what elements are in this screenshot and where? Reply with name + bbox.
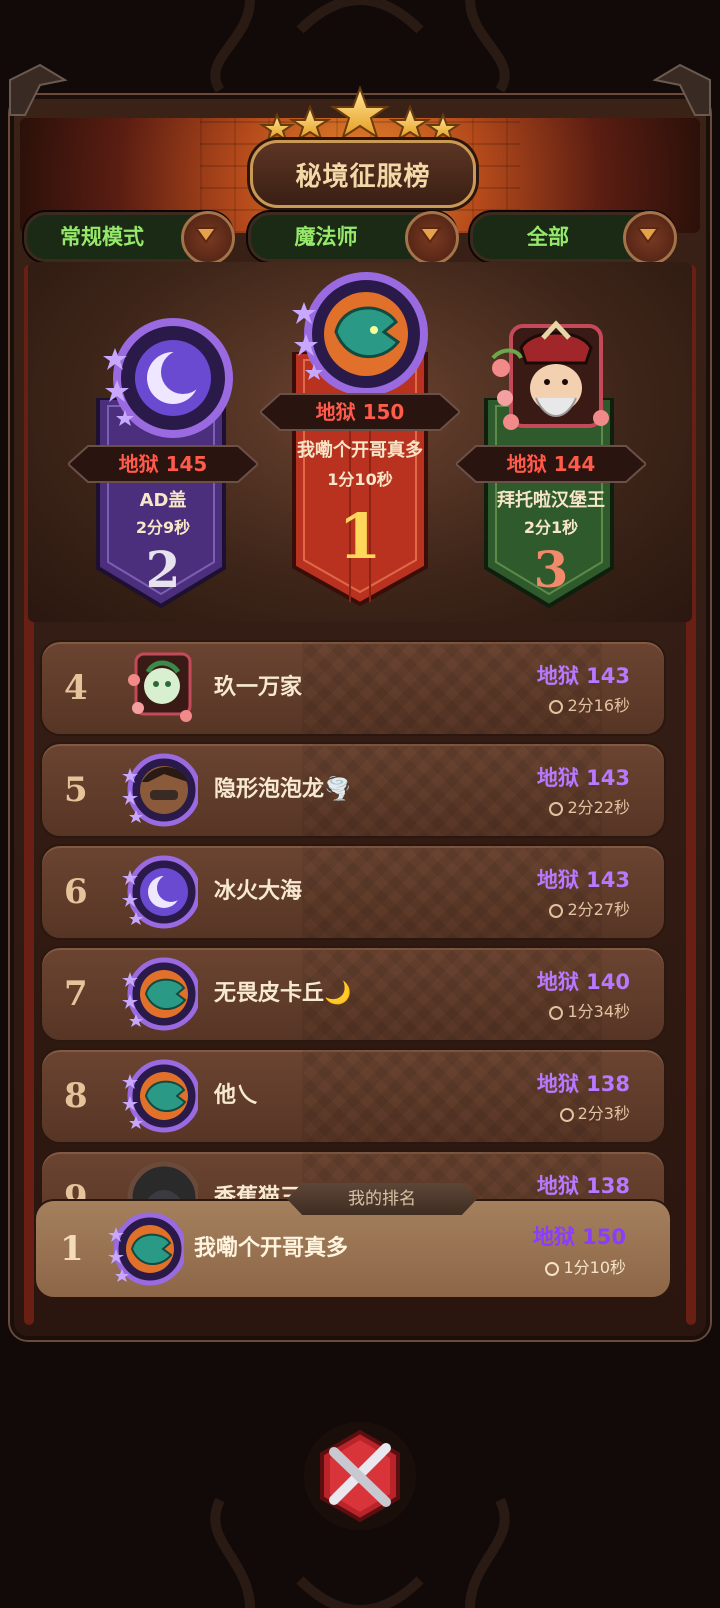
row-score: 地狱 143 — [536, 664, 630, 688]
row-time-text: 1分34秒 — [567, 1002, 630, 1021]
podium-first-time: 1分10秒 — [327, 470, 393, 489]
list-item[interactable]: 8 他乀 地狱 138 2分3秒 — [40, 1048, 666, 1144]
flower-avatar-icon — [128, 652, 192, 722]
dragon-avatar-icon — [122, 1059, 198, 1133]
row-score: 地狱 138 — [536, 1072, 630, 1096]
my-rank-panel[interactable]: 1 我嘞个开哥真多 地狱 150 1分10秒 我的排名 — [34, 1183, 672, 1299]
filter-class-label: 魔法师 — [294, 225, 358, 249]
podium-first[interactable]: 地狱 150 我嘞个开哥真多 1分10秒 1 — [260, 272, 460, 607]
my-rank-number: 1 — [60, 1229, 84, 1269]
podium-third[interactable]: 地狱 144 拜托啦汉堡王 2分1秒 3 — [456, 318, 646, 608]
corner-ornament-left — [9, 63, 68, 116]
podium-second-score: 地狱 145 — [118, 452, 208, 476]
row-rank: 8 — [64, 1076, 88, 1116]
chevron-down-icon[interactable] — [623, 211, 677, 265]
row-rank: 4 — [64, 668, 88, 708]
list-item[interactable]: 6 冰火大海 地狱 143 2分27秒 — [40, 844, 666, 940]
row-name: 冰火大海 — [214, 879, 303, 904]
filter-class[interactable]: 魔法师 — [248, 211, 459, 265]
podium-first-rank: 1 — [338, 500, 382, 573]
row-rank: 5 — [64, 770, 88, 810]
rogue-avatar-icon — [122, 753, 198, 827]
list-item[interactable]: 5 隐形泡泡龙🌪️ 地狱 143 2分22秒 — [40, 742, 666, 838]
dragon-avatar-icon — [292, 272, 428, 396]
podium-third-score: 地狱 144 — [506, 452, 596, 476]
page-title: 秘境征服榜 — [295, 161, 431, 192]
podium-second-rank: 2 — [145, 540, 181, 599]
moon-avatar-icon — [103, 318, 233, 438]
list-item[interactable]: 4 玖一万家 地狱 143 2分16秒 — [40, 640, 666, 736]
podium-second-name: AD盖 — [139, 490, 187, 511]
filter-mode-label: 常规模式 — [60, 225, 144, 249]
podium-second-time: 2分9秒 — [135, 518, 191, 537]
row-name: 他乀 — [214, 1083, 259, 1108]
my-rank-time: 1分10秒 — [545, 1254, 626, 1278]
row-time-text: 2分16秒 — [567, 696, 630, 715]
title-plate: 秘境征服榜 — [250, 140, 476, 208]
my-rank-label: 我的排名 — [287, 1183, 477, 1215]
my-rank-score: 地狱 150 — [532, 1225, 626, 1249]
podium-third-name: 拜托啦汉堡王 — [497, 490, 605, 511]
podium-first-name: 我嘞个开哥真多 — [297, 440, 423, 461]
row-score: 地狱 143 — [536, 868, 630, 892]
my-rank-time-text: 1分10秒 — [563, 1258, 626, 1277]
row-time: 1分34秒 — [549, 998, 630, 1022]
dragon-avatar-icon — [122, 957, 198, 1031]
row-rank: 6 — [64, 872, 88, 912]
chevron-down-icon[interactable] — [405, 211, 459, 265]
row-time-text: 2分27秒 — [567, 900, 630, 919]
row-time: 2分27秒 — [549, 896, 630, 920]
row-name: 隐形泡泡龙🌪️ — [214, 777, 352, 802]
row-rank: 7 — [64, 974, 88, 1014]
row-time: 2分16秒 — [549, 692, 630, 716]
dragon-avatar-icon — [108, 1212, 184, 1286]
clock-icon — [549, 904, 564, 918]
clock-icon — [545, 1262, 560, 1276]
row-name: 无畏皮卡丘🌙 — [214, 981, 352, 1006]
moon-avatar-icon — [122, 855, 198, 929]
chevron-down-icon[interactable] — [181, 211, 235, 265]
corner-ornament-right — [652, 63, 711, 116]
row-time-text: 2分22秒 — [567, 798, 630, 817]
filter-scope[interactable]: 全部 — [470, 211, 677, 265]
podium-first-score: 地狱 150 — [315, 400, 405, 424]
list-item[interactable]: 7 无畏皮卡丘🌙 地狱 140 1分34秒 — [40, 946, 666, 1042]
row-time-text: 2分3秒 — [577, 1104, 630, 1123]
clock-icon — [549, 700, 564, 714]
row-name: 玖一万家 — [214, 675, 303, 700]
podium-second[interactable]: 地狱 145 AD盖 2分9秒 2 — [68, 318, 258, 608]
podium-third-time: 2分1秒 — [523, 518, 579, 537]
filter-scope-label: 全部 — [527, 225, 569, 249]
row-time: 2分22秒 — [549, 794, 630, 818]
clock-icon — [559, 1108, 574, 1122]
row-score: 地狱 143 — [536, 766, 630, 790]
row-time: 2分3秒 — [559, 1100, 630, 1124]
close-button[interactable] — [300, 1418, 420, 1534]
clock-icon — [549, 802, 564, 816]
filter-mode[interactable]: 常规模式 — [24, 211, 235, 265]
my-rank-name: 我嘞个开哥真多 — [194, 1236, 349, 1261]
row-score: 地狱 140 — [536, 970, 630, 994]
clock-icon — [549, 1006, 564, 1020]
five-star-icon — [258, 85, 462, 140]
podium-third-rank: 3 — [533, 540, 569, 599]
samurai-avatar-icon — [491, 320, 609, 430]
